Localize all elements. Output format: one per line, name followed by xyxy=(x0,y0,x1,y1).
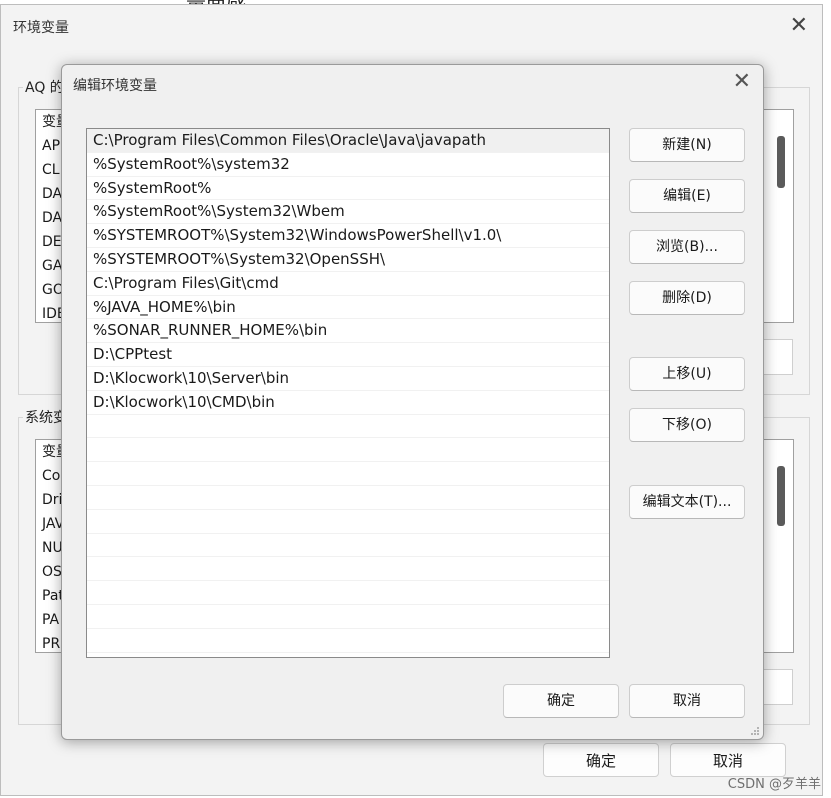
empty-path-row[interactable] xyxy=(87,534,609,558)
empty-path-row[interactable] xyxy=(87,557,609,582)
edit-button[interactable]: 编辑(E) xyxy=(629,179,745,213)
path-row[interactable]: %SYSTEMROOT%\System32\WindowsPowerShell\… xyxy=(87,224,609,248)
path-row[interactable]: %SONAR_RUNNER_HOME%\bin xyxy=(87,319,609,344)
close-icon[interactable]: ✕ xyxy=(790,13,808,38)
path-row[interactable]: %SystemRoot%\System32\Wbem xyxy=(87,200,609,225)
empty-path-row[interactable] xyxy=(87,605,609,629)
path-row[interactable]: C:\Program Files\Common Files\Oracle\Jav… xyxy=(87,129,609,153)
path-row[interactable]: %SystemRoot%\system32 xyxy=(87,153,609,177)
path-row[interactable]: %JAVA_HOME%\bin xyxy=(87,296,609,320)
path-row[interactable]: D:\CPPtest xyxy=(87,343,609,367)
path-row[interactable]: %SystemRoot% xyxy=(87,177,609,201)
new-button[interactable]: 新建(N) xyxy=(629,128,745,162)
scrollbar-thumb[interactable] xyxy=(777,136,785,188)
empty-path-row[interactable] xyxy=(87,510,609,534)
empty-path-row[interactable] xyxy=(87,438,609,463)
move-up-button[interactable]: 上移(U) xyxy=(629,357,745,391)
edit-environment-variable-dialog: 编辑环境变量 ✕ C:\Program Files\Common Files\O… xyxy=(61,64,764,740)
empty-path-row[interactable] xyxy=(87,581,609,605)
ok-button[interactable]: 确定 xyxy=(503,684,619,718)
cancel-button[interactable]: 取消 xyxy=(629,684,745,718)
close-icon[interactable]: ✕ xyxy=(733,69,751,94)
outer-cancel-button[interactable]: 取消 xyxy=(670,743,786,777)
path-row[interactable]: %SYSTEMROOT%\System32\OpenSSH\ xyxy=(87,248,609,272)
empty-path-row[interactable] xyxy=(87,462,609,486)
user-variables-label: AQ 的 xyxy=(23,77,66,97)
empty-path-row[interactable] xyxy=(87,486,609,510)
system-buttons-edge xyxy=(763,669,793,705)
empty-path-row[interactable] xyxy=(87,415,609,439)
edit-text-button[interactable]: 编辑文本(T)... xyxy=(629,485,745,519)
empty-path-row[interactable] xyxy=(87,629,609,653)
path-row[interactable]: D:\Klocwork\10\CMD\bin xyxy=(87,391,609,415)
move-down-button[interactable]: 下移(O) xyxy=(629,408,745,442)
path-list[interactable]: C:\Program Files\Common Files\Oracle\Jav… xyxy=(86,128,610,658)
outer-ok-button[interactable]: 确定 xyxy=(543,743,659,777)
watermark: CSDN @歹羊羊 xyxy=(727,777,821,792)
window-title: 环境变量 xyxy=(13,20,69,36)
delete-button[interactable]: 删除(D) xyxy=(629,281,745,315)
user-buttons-edge xyxy=(763,339,793,375)
scrollbar-thumb[interactable] xyxy=(777,466,785,526)
browse-button[interactable]: 浏览(B)... xyxy=(629,230,745,264)
path-row[interactable]: C:\Program Files\Git\cmd xyxy=(87,272,609,296)
path-row[interactable]: D:\Klocwork\10\Server\bin xyxy=(87,367,609,391)
resize-grip-icon[interactable] xyxy=(750,726,760,736)
dialog-title: 编辑环境变量 xyxy=(73,78,157,94)
